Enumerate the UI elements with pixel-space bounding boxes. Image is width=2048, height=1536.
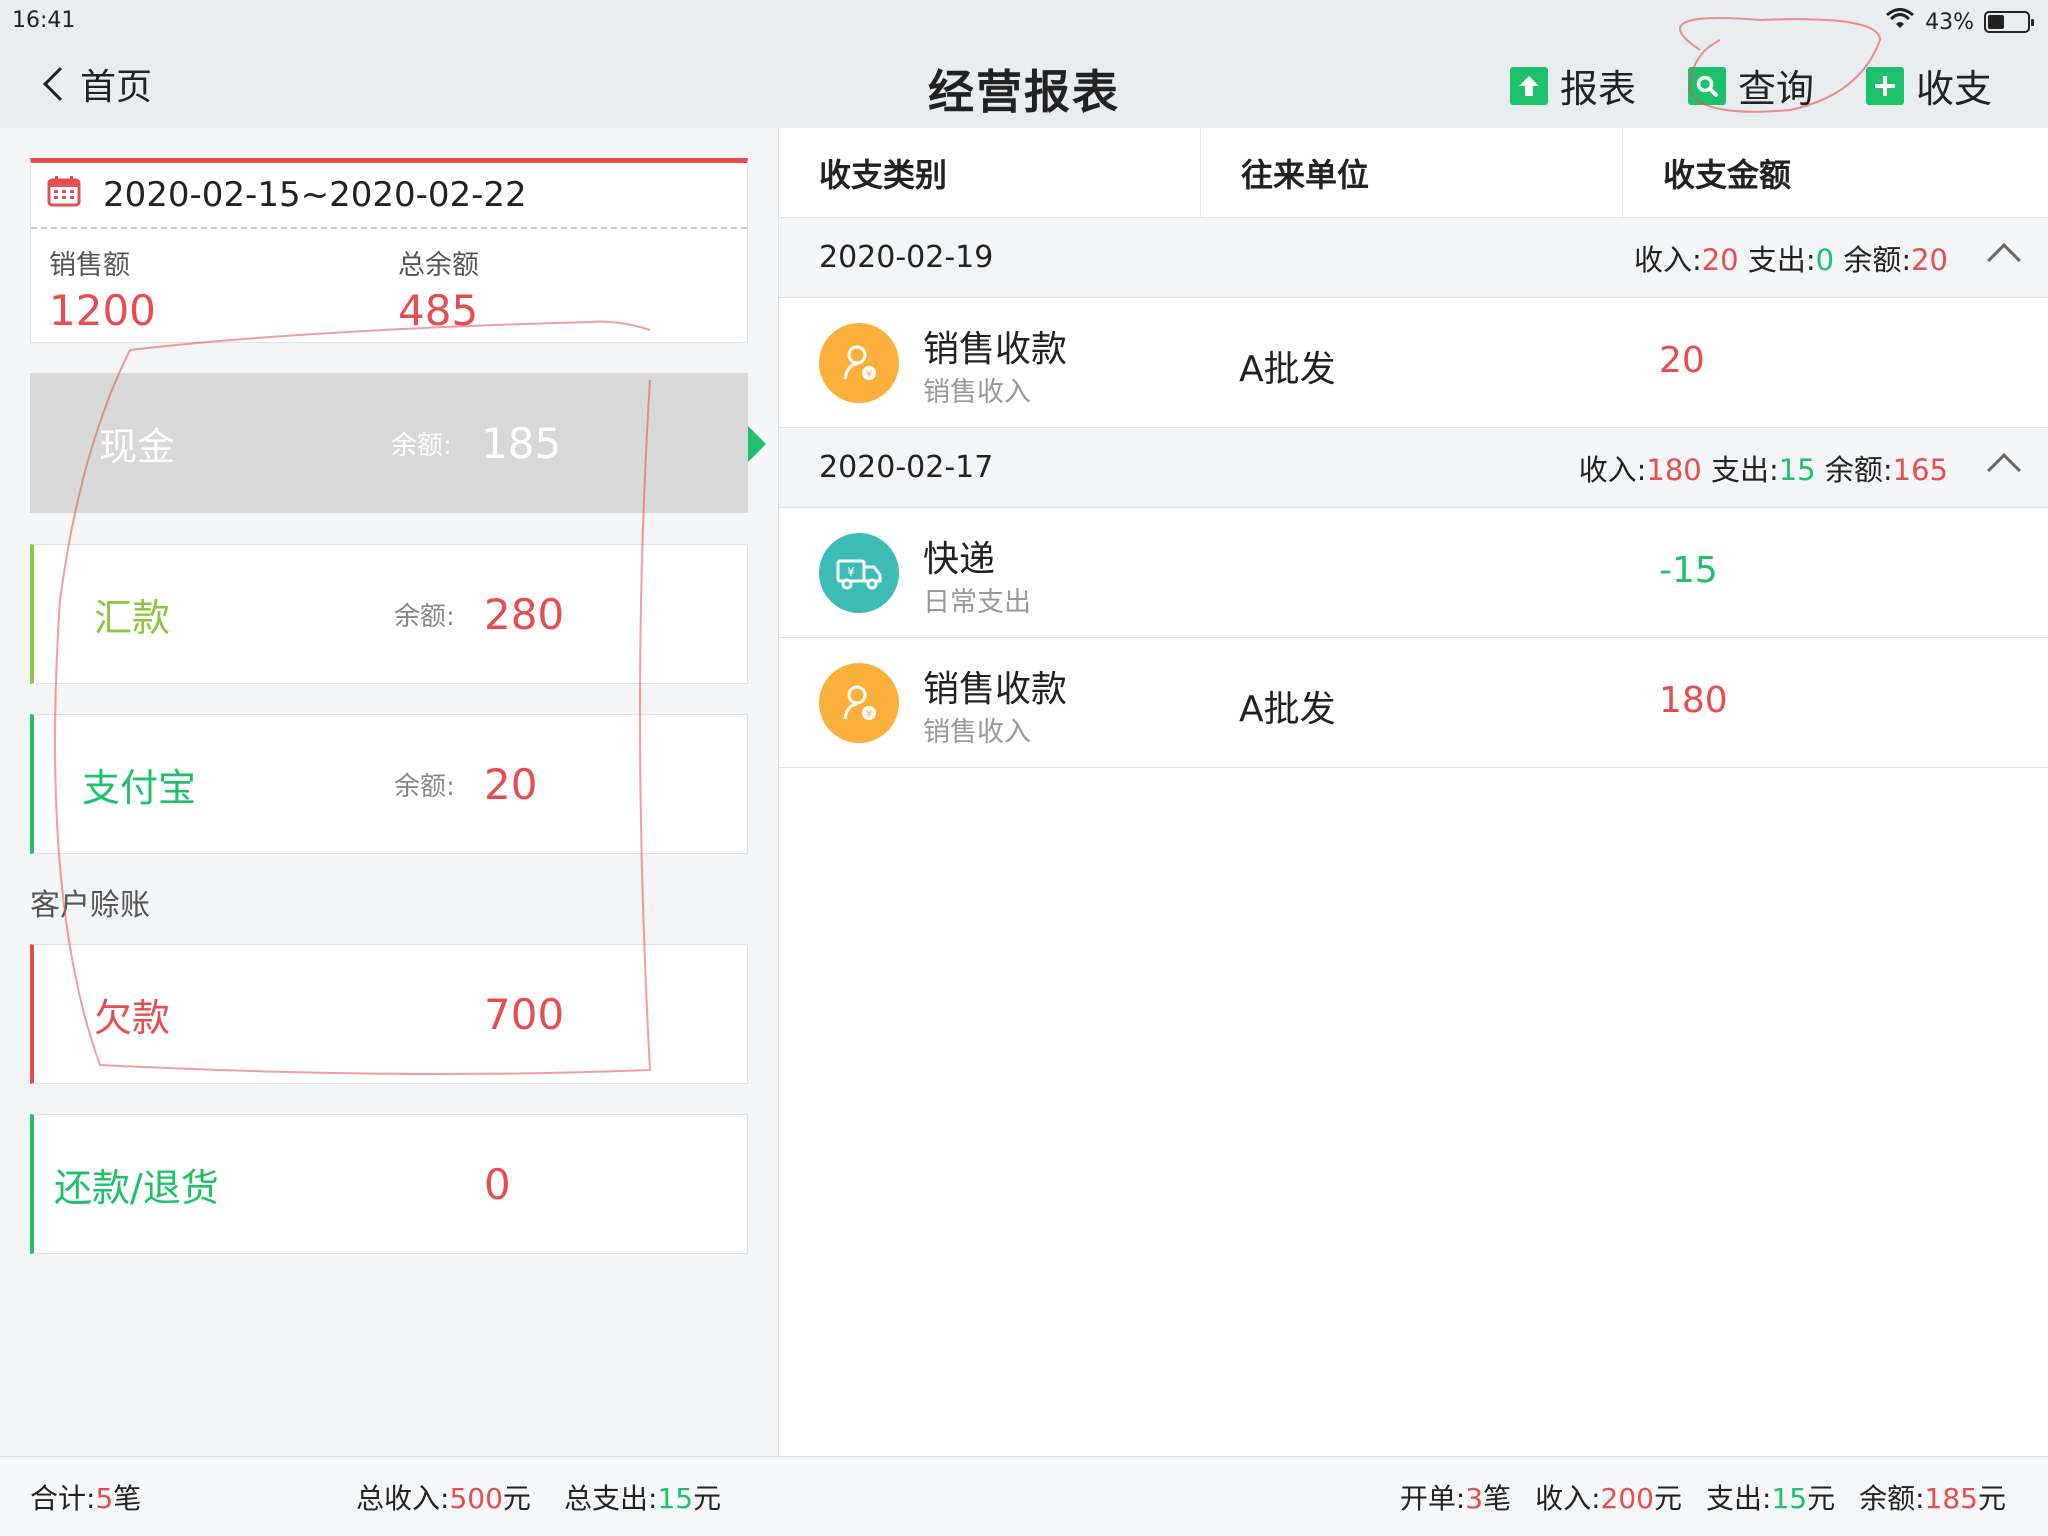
column-header-party: 往来单位 — [1201, 128, 1623, 217]
nav-bar: 首页 经营报表 报表 查询 收支 — [0, 40, 2048, 128]
customer-credit-section-label: 客户赊账 — [30, 888, 150, 923]
income-expense-button[interactable]: 收支 — [1865, 58, 1992, 113]
status-bar: 16:41 43% — [0, 0, 2048, 40]
sales-label: 销售额 — [49, 250, 130, 281]
row-party: A批发 — [1239, 349, 1336, 390]
balance-label: 余额: — [394, 601, 455, 632]
date-range-text: 2020-02-15~2020-02-22 — [103, 175, 527, 215]
income-expense-label: 收支 — [1915, 67, 1992, 111]
wifi-icon — [1885, 8, 1915, 36]
date-group-header[interactable]: 2020-02-17 收入:180 支出:15 余额:165 — [779, 428, 2048, 508]
report-button[interactable]: 报表 — [1509, 58, 1636, 113]
table-row[interactable]: ¥ 快递 日常支出 -15 — [779, 508, 2048, 638]
account-remittance[interactable]: 汇款 余额: 280 — [30, 544, 748, 684]
transactions-pane: 收支类别 往来单位 收支金额 2020-02-19 收入:20 支出:0 余额:… — [778, 128, 2048, 1456]
row-category: 销售收款 — [923, 669, 1068, 710]
total-income: 总收入:500元 — [356, 1481, 531, 1515]
sales-value: 1200 — [49, 286, 156, 335]
total-expense: 总支出:15元 — [564, 1481, 722, 1515]
svg-text:¥: ¥ — [847, 565, 855, 579]
status-time: 16:41 — [12, 8, 76, 33]
period-expense: 支出:15元 — [1706, 1481, 1836, 1515]
summary-values: 销售额 1200 总余额 485 — [31, 229, 747, 335]
period-balance: 余额:185元 — [1859, 1481, 2006, 1515]
upload-icon — [1509, 66, 1548, 105]
balance-label: 余额: — [391, 430, 452, 461]
chevron-up-icon[interactable] — [1987, 243, 2021, 277]
group-summary: 收入:180 支出:15 余额:165 — [1578, 452, 1948, 487]
date-group-header[interactable]: 2020-02-19 收入:20 支出:0 余额:20 — [779, 218, 2048, 298]
battery-icon — [1984, 11, 2034, 33]
nav-actions: 报表 查询 收支 — [1509, 58, 1992, 113]
credit-value: 0 — [484, 1159, 511, 1209]
sales-icon: ¥ — [819, 323, 899, 403]
balance-value: 20 — [484, 759, 538, 809]
table-row[interactable]: ¥ 销售收款 销售收入 A批发 180 — [779, 638, 2048, 768]
account-alipay[interactable]: 支付宝 余额: 20 — [30, 714, 748, 854]
query-button[interactable]: 查询 — [1687, 58, 1814, 113]
balance-value: 280 — [484, 589, 565, 639]
table-row[interactable]: ¥ 销售收款 销售收入 A批发 20 — [779, 298, 2048, 428]
report-label: 报表 — [1559, 67, 1636, 111]
row-amount: -15 — [1659, 550, 1718, 591]
period-income: 收入:200元 — [1535, 1481, 1682, 1515]
group-date: 2020-02-17 — [819, 450, 994, 485]
chevron-up-icon[interactable] — [1987, 453, 2021, 487]
row-amount: 180 — [1659, 680, 1728, 721]
account-name: 支付宝 — [82, 765, 197, 810]
sales-icon: ¥ — [819, 663, 899, 743]
group-summary: 收入:20 支出:0 余额:20 — [1633, 242, 1948, 277]
plus-icon — [1865, 66, 1904, 105]
group-date: 2020-02-19 — [819, 240, 994, 275]
column-header-amount: 收支金额 — [1663, 155, 1792, 194]
account-name: 现金 — [99, 424, 176, 469]
selected-indicator-icon — [748, 426, 766, 462]
svg-text:¥: ¥ — [866, 709, 872, 720]
row-party: A批发 — [1239, 689, 1336, 730]
battery-percent: 43% — [1925, 9, 1974, 35]
total-count: 合计:5笔 — [30, 1481, 142, 1515]
status-right: 43% — [1885, 8, 2034, 36]
right-footer: 开单:3笔 收入:200元 支出:15元 余额:185元 — [778, 1456, 2048, 1536]
row-category: 快递 — [923, 539, 996, 580]
balance-value: 185 — [481, 418, 562, 468]
credit-debt[interactable]: 欠款 700 — [30, 944, 748, 1084]
order-count: 开单:3笔 — [1399, 1481, 1512, 1515]
column-header-category: 收支类别 — [779, 128, 1201, 217]
credit-name: 欠款 — [94, 995, 171, 1040]
credit-name: 还款/退货 — [54, 1165, 219, 1210]
delivery-truck-icon: ¥ — [819, 533, 899, 613]
credit-value: 700 — [484, 989, 565, 1039]
table-header: 收支类别 往来单位 收支金额 — [779, 128, 2048, 218]
left-pane: 2020-02-15~2020-02-22 销售额 1200 总余额 485 现… — [0, 128, 778, 1456]
svg-text:¥: ¥ — [866, 369, 872, 380]
summary-card: 2020-02-15~2020-02-22 销售额 1200 总余额 485 — [30, 158, 748, 343]
date-range-picker[interactable]: 2020-02-15~2020-02-22 — [31, 163, 747, 229]
left-footer: 合计:5笔 总收入:500元 总支出:15元 — [0, 1456, 778, 1536]
row-subcategory: 日常支出 — [923, 587, 1031, 618]
search-icon — [1687, 66, 1726, 105]
account-cash[interactable]: 现金 余额: 185 — [30, 373, 748, 513]
account-name: 汇款 — [94, 595, 171, 640]
query-label: 查询 — [1737, 67, 1814, 111]
total-balance-value: 485 — [398, 286, 479, 335]
row-amount: 20 — [1659, 340, 1705, 381]
calendar-icon — [47, 175, 81, 216]
row-subcategory: 销售收入 — [923, 717, 1031, 748]
credit-repayment[interactable]: 还款/退货 0 — [30, 1114, 748, 1254]
row-category: 销售收款 — [923, 329, 1068, 370]
balance-label: 余额: — [394, 771, 455, 802]
total-balance-label: 总余额 — [398, 250, 479, 281]
row-subcategory: 销售收入 — [923, 377, 1031, 408]
